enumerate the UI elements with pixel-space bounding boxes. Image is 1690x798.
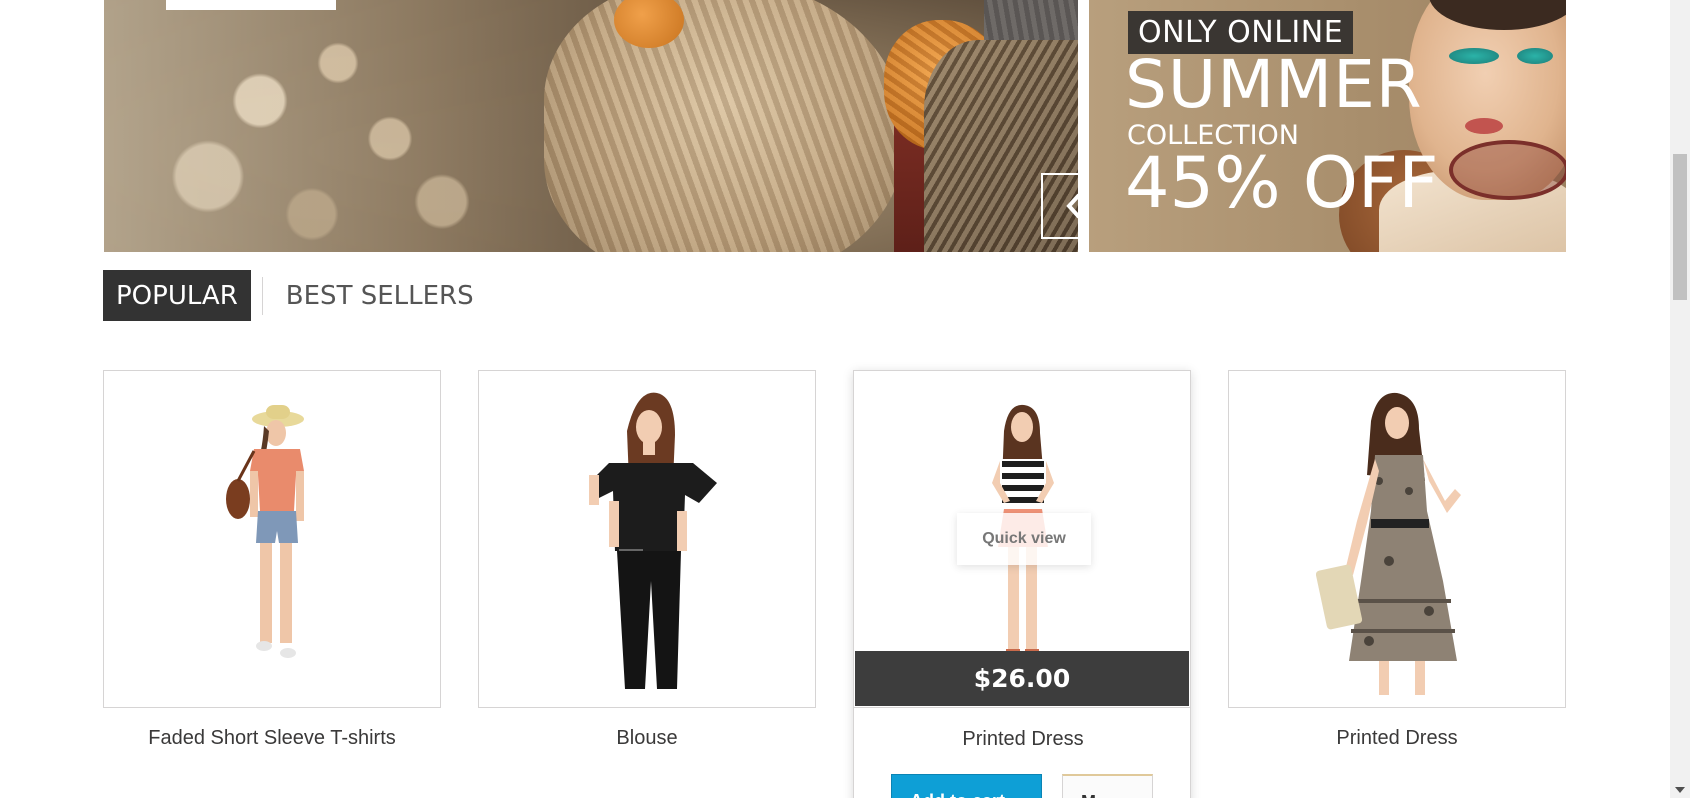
product-card: Printed Dress bbox=[1228, 370, 1566, 798]
product-image[interactable] bbox=[1228, 370, 1566, 708]
promo-model-eye bbox=[1449, 48, 1499, 64]
tab-divider bbox=[261, 276, 263, 315]
homepage-slider[interactable] bbox=[104, 0, 1078, 252]
product-image[interactable] bbox=[103, 370, 441, 708]
product-name[interactable]: Faded Short Sleeve T-shirts bbox=[103, 727, 441, 750]
more-button[interactable]: More bbox=[1062, 774, 1153, 798]
slide-caption-edge bbox=[166, 0, 336, 10]
product-card-hovered: Quick view $26.00 Printed Dress Add to c… bbox=[853, 370, 1191, 798]
product-name[interactable]: Printed Dress bbox=[854, 728, 1192, 751]
product-name[interactable]: Blouse bbox=[478, 727, 816, 750]
scrollbar-thumb[interactable] bbox=[1673, 154, 1687, 300]
promo-model-lips bbox=[1465, 118, 1503, 134]
product-price: $26.00 bbox=[855, 651, 1189, 706]
product-photo-tshirt-model bbox=[226, 405, 304, 658]
promo-model-eye bbox=[1517, 48, 1553, 64]
product-name[interactable]: Printed Dress bbox=[1228, 727, 1566, 750]
slide-image-scarf bbox=[544, 0, 904, 252]
promo-model-sunglasses bbox=[1449, 140, 1566, 200]
quick-view-button[interactable]: Quick view bbox=[957, 513, 1091, 565]
chevron-left-icon bbox=[1066, 193, 1078, 219]
slider-nav bbox=[1041, 173, 1078, 239]
tab-popular[interactable]: POPULAR bbox=[103, 270, 251, 321]
product-photo-printed-dress-model bbox=[1315, 392, 1461, 695]
product-image[interactable]: Quick view $26.00 bbox=[853, 370, 1191, 708]
promo-banner[interactable]: ONLY ONLINE SUMMER COLLECTION 45% OFF bbox=[1089, 0, 1566, 252]
page-scrollbar[interactable] bbox=[1670, 0, 1690, 798]
product-tabs: POPULAR BEST SELLERS bbox=[103, 270, 487, 321]
product-photo-blouse-model bbox=[589, 392, 717, 689]
promo-discount: 45% OFF bbox=[1125, 142, 1439, 224]
add-to-cart-button[interactable]: Add to cart bbox=[891, 774, 1042, 798]
product-card: Faded Short Sleeve T-shirts bbox=[103, 370, 441, 798]
scroll-down-arrow-icon[interactable] bbox=[1675, 787, 1685, 793]
product-image[interactable] bbox=[478, 370, 816, 708]
product-card: Blouse bbox=[478, 370, 816, 798]
slider-prev-button[interactable] bbox=[1043, 175, 1078, 237]
tab-best-sellers[interactable]: BEST SELLERS bbox=[274, 270, 487, 321]
promo-title: SUMMER bbox=[1125, 46, 1423, 123]
